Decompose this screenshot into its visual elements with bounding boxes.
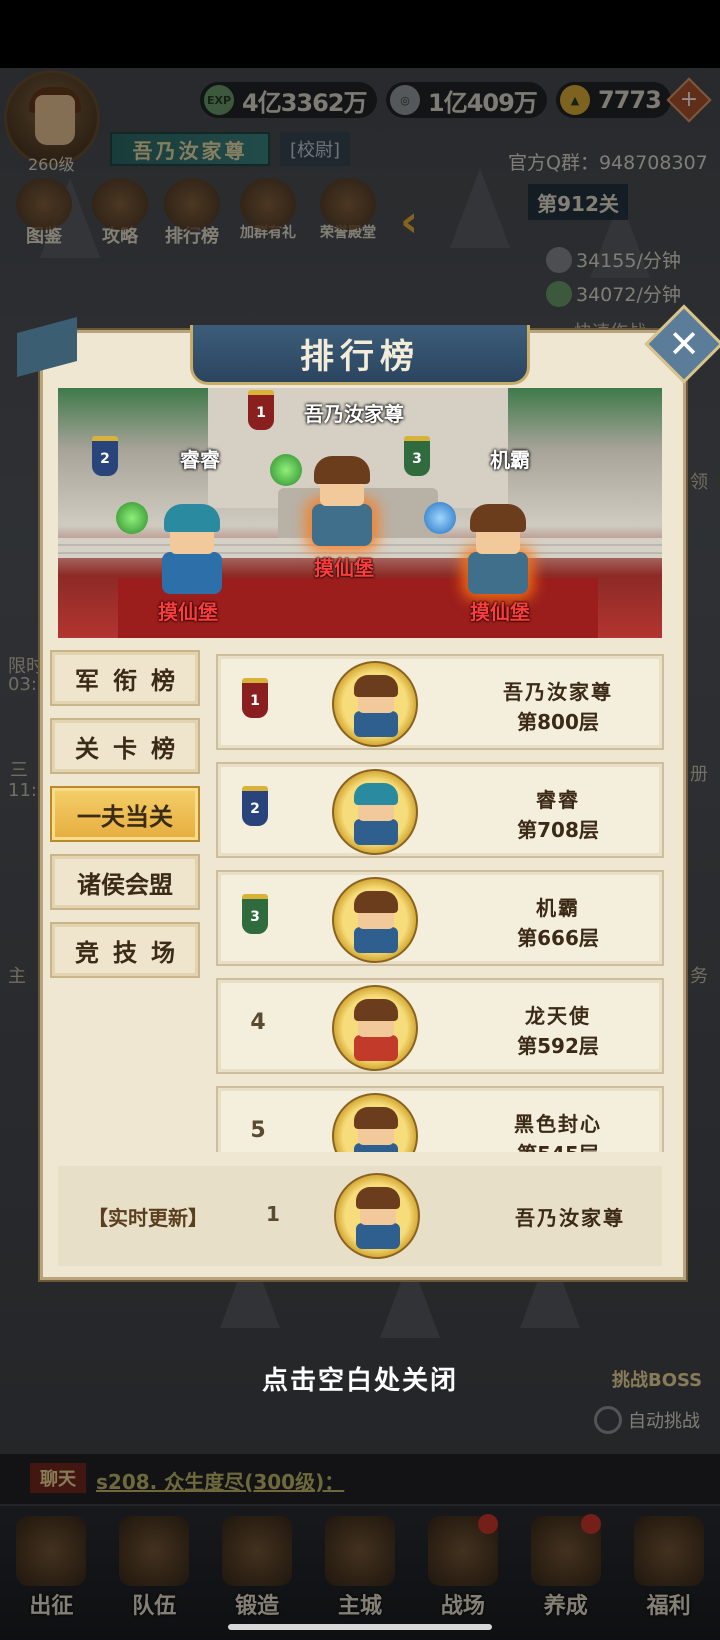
home-indicator[interactable] [228, 1624, 492, 1630]
podium-first-guild: 摸仙堡 [314, 556, 374, 580]
row-floor: 第545层 [468, 1138, 648, 1152]
podium-third-guild: 摸仙堡 [470, 600, 530, 624]
rank-3-medal-icon: 3 [242, 894, 268, 934]
green-orb-icon [116, 502, 148, 534]
podium-second-guild: 摸仙堡 [158, 600, 218, 624]
rank-1-flag-icon: 1 [248, 390, 274, 430]
realtime-update-label: 【实时更新】 [88, 1206, 208, 1230]
rank-3-flag-icon: 3 [404, 436, 430, 476]
podium-third-hero[interactable] [460, 504, 536, 594]
my-avatar-icon [334, 1173, 420, 1259]
row-player-name: 黑色封心 [514, 1112, 602, 1136]
modal-title-banner: 排行榜 [190, 325, 530, 385]
rank-2-medal-icon: 2 [242, 786, 268, 826]
podium-second-name: 睿睿 [180, 448, 220, 472]
my-rank-bar: 【实时更新】 1 吾乃汝家尊 [58, 1166, 662, 1266]
row-player-name: 吾乃汝家尊 [503, 680, 613, 704]
row-player-name: 睿睿 [536, 788, 580, 812]
row-player-name: 机霸 [536, 896, 580, 920]
ranking-row[interactable]: 2 睿睿 第708层 [216, 762, 664, 858]
ranking-row[interactable]: 3 机霸 第666层 [216, 870, 664, 966]
ranking-row[interactable]: 1 吾乃汝家尊 第800层 [216, 654, 664, 750]
podium-first-hero[interactable] [304, 456, 380, 546]
ranking-row[interactable]: 4 龙天使 第592层 [216, 978, 664, 1074]
podium-third-name: 机霸 [490, 448, 530, 472]
player-avatar-icon [332, 1093, 418, 1152]
rank-1-medal-icon: 1 [242, 678, 268, 718]
my-rank-number: 1 [266, 1202, 280, 1226]
tab-stage-rank[interactable]: 关卡榜 [50, 718, 200, 774]
row-floor: 第666层 [517, 926, 599, 950]
player-avatar-icon [332, 985, 418, 1071]
player-avatar-icon [332, 877, 418, 963]
ranking-row[interactable]: 5 黑色封心 第545层 [216, 1086, 664, 1152]
row-rank-number: 4 [250, 1010, 266, 1035]
tap-to-close-hint: 点击空白处关闭 [261, 1366, 458, 1396]
row-player-name: 龙天使 [525, 1004, 591, 1028]
tab-arena[interactable]: 竞技场 [50, 922, 200, 978]
row-floor: 第800层 [517, 710, 599, 734]
row-floor: 第592层 [517, 1034, 599, 1058]
close-icon: ✕ [668, 322, 700, 366]
podium-first-name: 吾乃汝家尊 [304, 402, 404, 426]
player-avatar-icon [332, 769, 418, 855]
tab-military-rank[interactable]: 军衔榜 [50, 650, 200, 706]
row-floor: 第708层 [517, 818, 599, 842]
tab-one-man-pass[interactable]: 一夫当关 [50, 786, 200, 842]
blue-orb-icon [424, 502, 456, 534]
player-avatar-icon [332, 661, 418, 747]
modal-title: 排行榜 [300, 337, 420, 377]
row-rank-number: 5 [250, 1118, 266, 1143]
podium-scene: 1 吾乃汝家尊 2 睿睿 3 机霸 摸仙堡 摸仙堡 摸仙堡 [58, 388, 662, 638]
my-player-name: 吾乃汝家尊 [515, 1206, 625, 1230]
podium-second-hero[interactable] [154, 504, 230, 594]
ranking-list[interactable]: 1 吾乃汝家尊 第800层 2 睿睿 第708层 3 机霸 第666层 4 龙天… [216, 650, 668, 1152]
green-orb-icon [270, 454, 302, 486]
tab-alliance[interactable]: 诸侯会盟 [50, 854, 200, 910]
rank-2-flag-icon: 2 [92, 436, 118, 476]
